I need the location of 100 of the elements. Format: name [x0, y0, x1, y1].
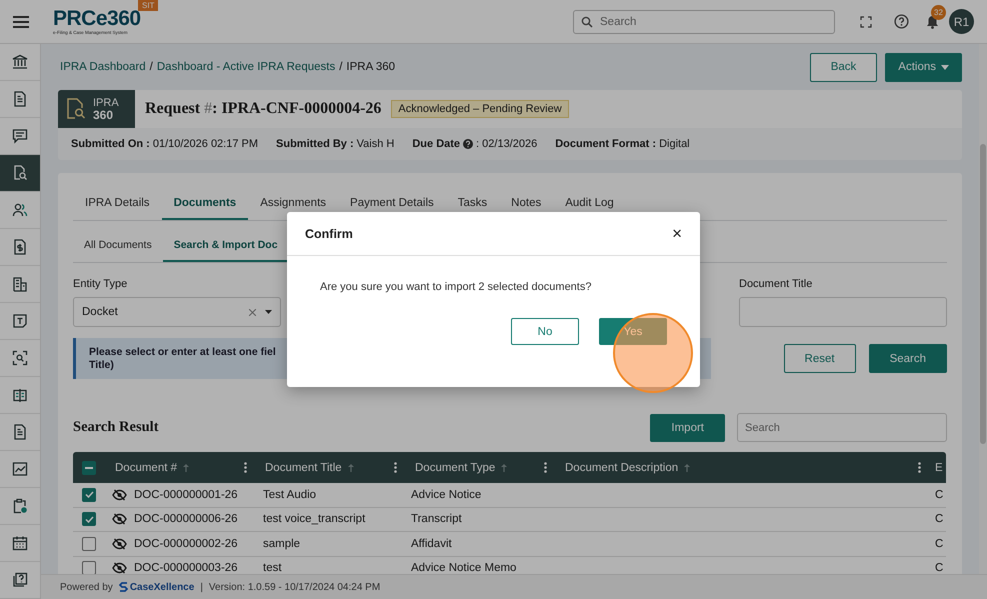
notification-count: 32: [931, 4, 946, 20]
tab[interactable]: IPRA Details: [73, 188, 162, 220]
column-header[interactable]: Document Type: [415, 462, 496, 474]
eye-off-icon[interactable]: [112, 513, 127, 526]
meta-label: Submitted By :: [276, 138, 354, 150]
select-all-checkbox[interactable]: [82, 460, 96, 474]
meta-value: 01/10/2026 02:17 PM: [152, 138, 258, 150]
environment-badge: SIT: [138, 0, 158, 11]
column-header[interactable]: Document #: [115, 462, 178, 474]
reset-button[interactable]: Reset: [784, 344, 856, 373]
dollar-document-icon: [12, 239, 28, 255]
fullscreen-icon[interactable]: [860, 16, 872, 28]
table-cell: DOC-000000003-26: [134, 562, 238, 574]
eye-off-icon[interactable]: [112, 538, 127, 550]
row-checkbox[interactable]: [82, 536, 96, 551]
building-icon: [12, 276, 28, 292]
app-logo[interactable]: PRCe360: [53, 8, 163, 30]
tab[interactable]: Documents: [162, 188, 248, 220]
document-icon: [12, 91, 28, 107]
dialog-message: Are you sure you want to import 2 selected documents?: [320, 281, 592, 293]
meta-value: : 02/13/2026: [476, 138, 538, 150]
info-icon: [463, 139, 474, 149]
breadcrumb-separator: /: [150, 61, 153, 73]
section-title: Search Result: [73, 419, 160, 436]
column-header[interactable]: Document Description: [565, 462, 678, 474]
menu-icon[interactable]: [13, 16, 29, 28]
alert-text: Title): [89, 358, 114, 372]
column-menu-icon[interactable]: [394, 462, 397, 473]
clear-icon[interactable]: [249, 308, 256, 316]
version-text: Version: 1.0.59 - 10/17/2024 04:24 PM: [208, 582, 380, 592]
chat-icon: [12, 128, 28, 144]
close-button[interactable]: ×: [672, 224, 682, 244]
dialog-title: Confirm: [305, 226, 353, 240]
row-checkbox[interactable]: [82, 561, 96, 574]
chart-icon: [12, 461, 28, 477]
search-field[interactable]: Search: [573, 10, 835, 34]
caret-icon: [265, 310, 272, 314]
breadcrumb-item[interactable]: IPRA Dashboard: [60, 61, 146, 73]
eye-off-icon[interactable]: [112, 562, 127, 574]
help-icon[interactable]: [894, 14, 909, 29]
search-button[interactable]: Search: [868, 344, 947, 373]
table-cell: Affidavit: [411, 538, 452, 550]
table-cell: Advice Notice Memo: [411, 562, 516, 574]
column-menu-icon[interactable]: [918, 462, 921, 473]
scrollbar[interactable]: [979, 44, 987, 574]
document-title-field[interactable]: [739, 297, 947, 327]
note-icon: [12, 313, 28, 329]
sub-tab[interactable]: All Documents: [73, 230, 163, 262]
eye-off-icon[interactable]: [112, 488, 127, 501]
table-cell: DOC-000000001-26: [134, 488, 238, 501]
alert-text: Please select or enter at least one fiel: [89, 346, 276, 358]
search-field[interactable]: Search: [737, 413, 947, 442]
table-cell: Test Audio: [263, 488, 316, 501]
no-button[interactable]: No: [511, 318, 579, 345]
column-menu-icon[interactable]: [244, 462, 247, 473]
column-menu-icon[interactable]: [544, 462, 547, 473]
minus-icon: [85, 466, 93, 468]
document-icon: [12, 424, 28, 440]
meta-label: Submitted On :: [71, 138, 150, 150]
document-search-icon: [12, 165, 28, 181]
breadcrumb-item: IPRA 360: [346, 61, 396, 73]
bank-icon: [12, 54, 28, 70]
table-cell: DOC-000000006-26: [134, 513, 238, 526]
row-checkbox[interactable]: [82, 488, 96, 502]
entity-type-select[interactable]: Docket: [73, 297, 281, 327]
table-cell: test voice_transcript: [263, 513, 366, 526]
field-label: Entity Type: [73, 278, 128, 290]
meta-label: Document Format :: [555, 138, 656, 150]
column-header[interactable]: Document Title: [265, 462, 342, 474]
scan-icon: [12, 350, 28, 366]
column-header[interactable]: E: [935, 462, 943, 474]
clipboard-clock-icon: [12, 498, 28, 514]
breadcrumb-item[interactable]: Dashboard - Active IPRA Requests: [156, 61, 336, 73]
table-cell: sample: [263, 538, 300, 550]
people-icon: [12, 202, 28, 218]
document-search-icon: [66, 98, 86, 120]
logo-icon: [118, 582, 128, 592]
table-cell: test: [263, 562, 282, 574]
meta-value: Digital: [659, 138, 690, 150]
caret-icon: [941, 64, 949, 70]
brand-logo[interactable]: CaseXellence: [118, 582, 194, 592]
import-button[interactable]: Import: [650, 414, 725, 442]
badge-number: 360: [93, 109, 114, 121]
row-checkbox[interactable]: [82, 512, 96, 526]
sidebar-item[interactable]: [0, 155, 40, 192]
check-icon: [84, 516, 94, 523]
user-avatar[interactable]: R1: [949, 9, 974, 34]
actions-button[interactable]: Actions: [885, 52, 962, 82]
help-icon: [12, 572, 28, 588]
book-icon: [12, 387, 28, 403]
status-badge: Acknowledged – Pending Review: [391, 100, 569, 118]
footer-text: Powered by: [60, 582, 113, 592]
back-button[interactable]: Back: [810, 52, 878, 82]
search-icon: [581, 16, 593, 28]
footer-separator: |: [200, 582, 203, 592]
meta-label: Due Date: [412, 138, 460, 150]
table-cell: Transcript: [411, 513, 462, 526]
table-cell: Advice Notice: [411, 488, 482, 501]
calendar-icon: [12, 535, 28, 551]
table-cell: C: [935, 538, 944, 550]
